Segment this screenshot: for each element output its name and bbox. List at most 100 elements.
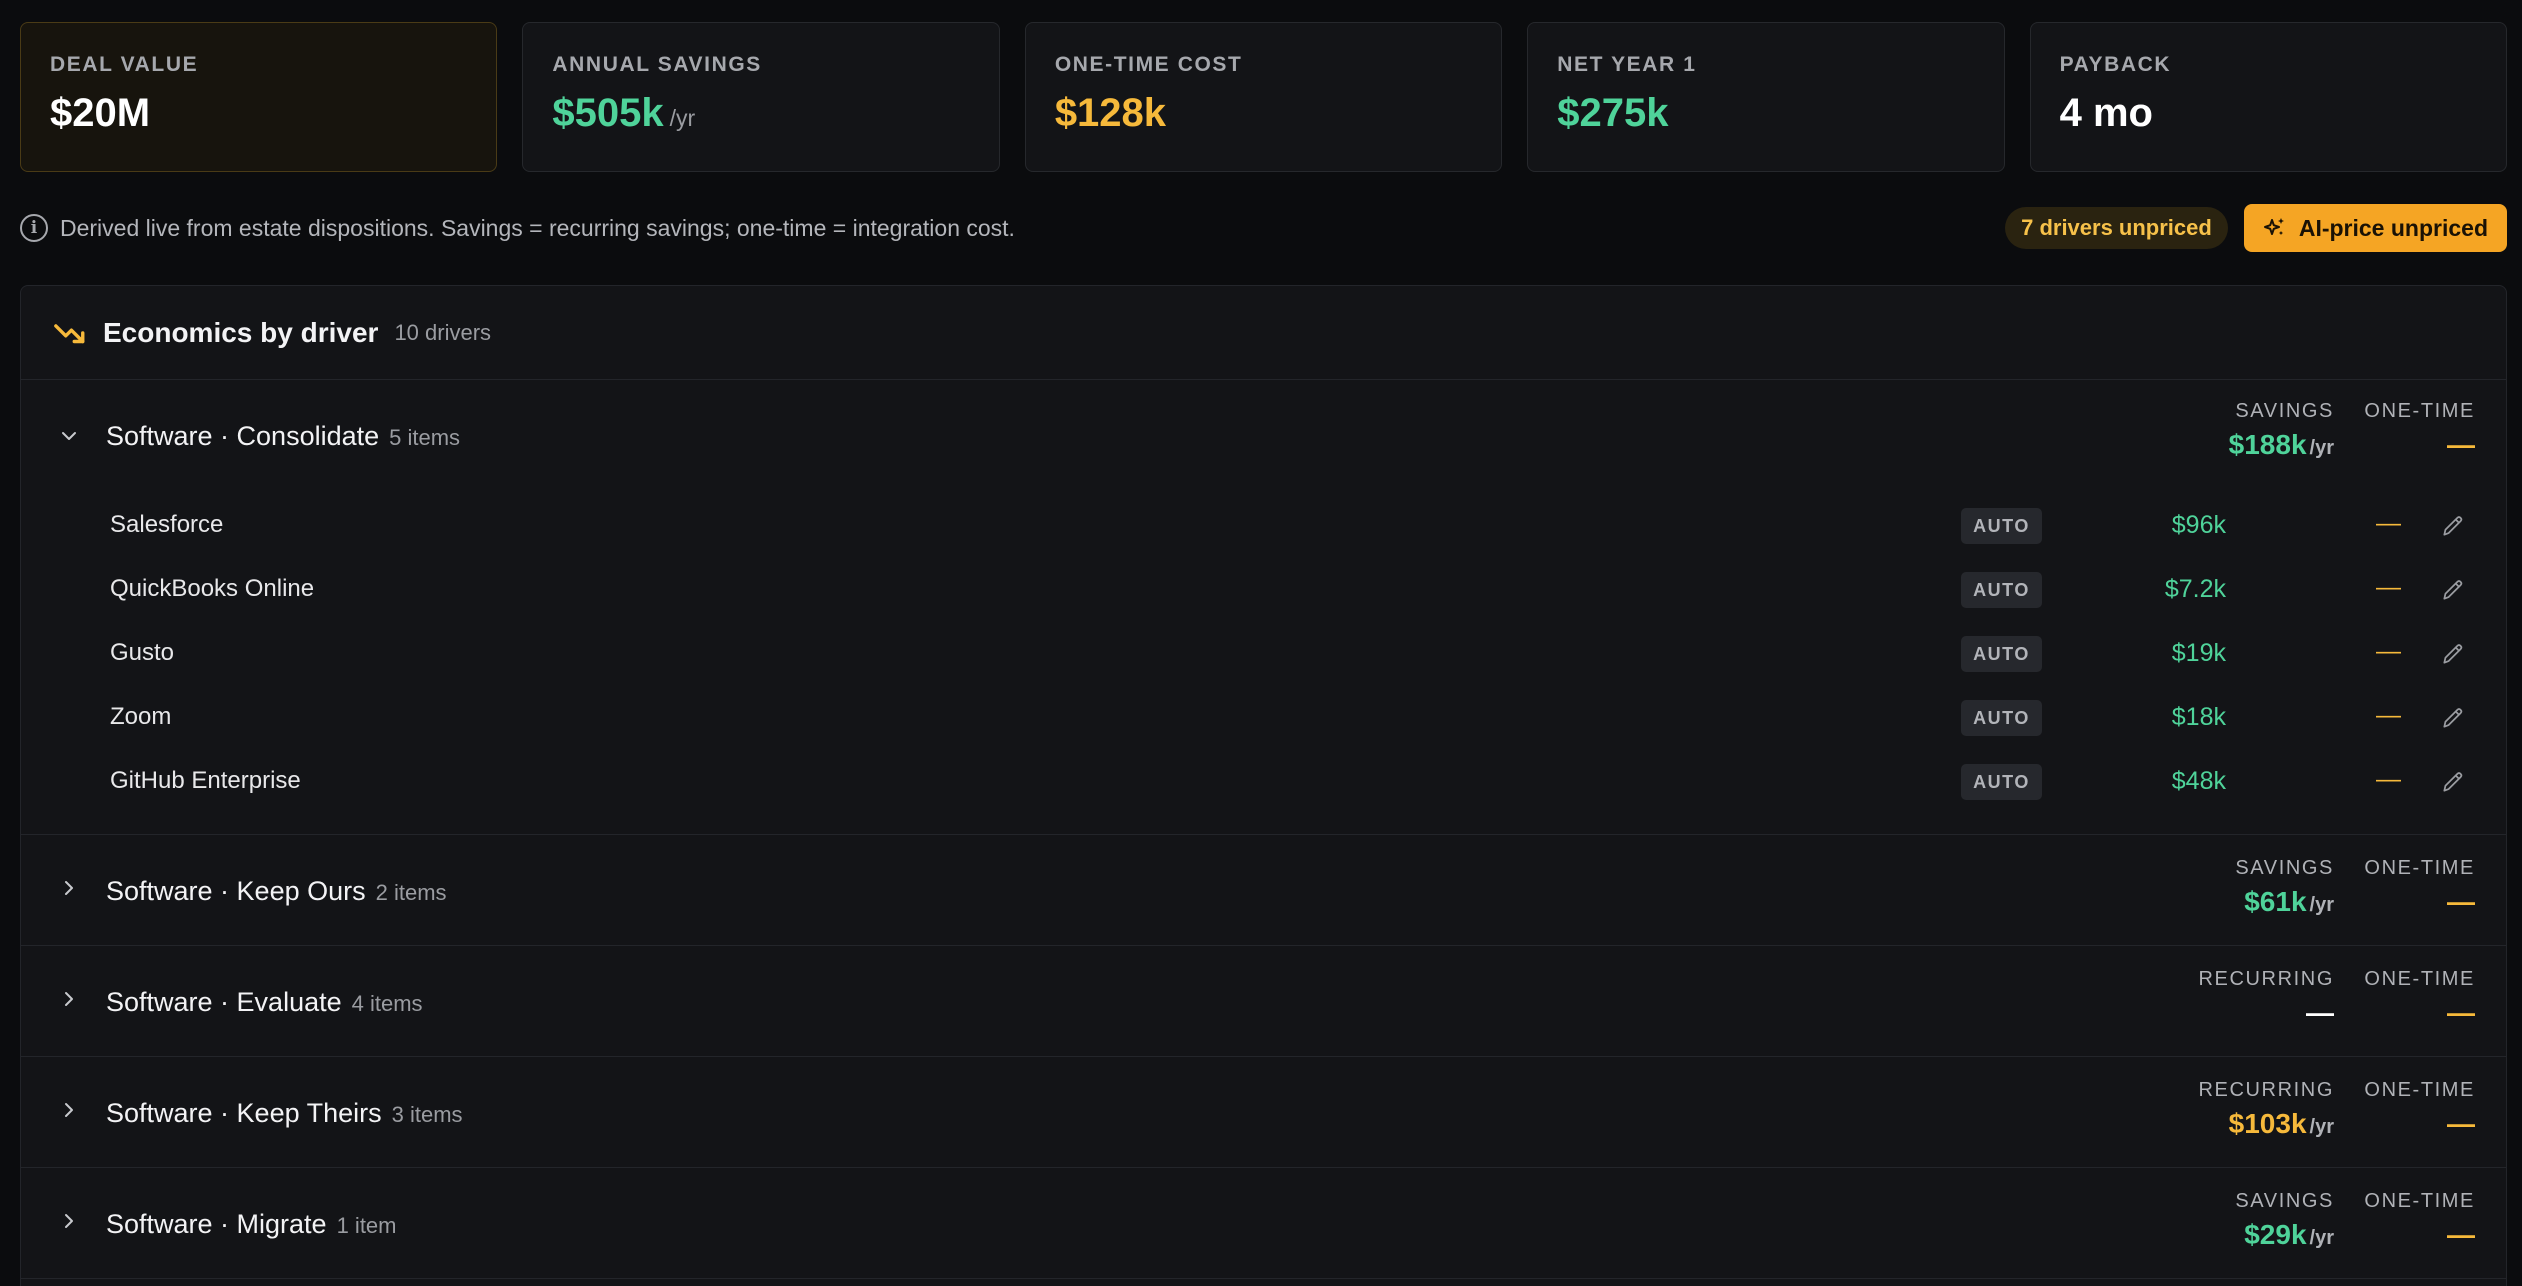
recurring-column: RECURRING $103k/yr xyxy=(2198,1079,2334,1140)
kpi-card-payback: PAYBACK 4 mo xyxy=(2029,22,2508,172)
kpi-unit: /yr xyxy=(669,105,696,131)
column-value: — xyxy=(2447,886,2475,917)
column-value: — xyxy=(2447,1219,2475,1250)
driver-row-name: QuickBooks Online xyxy=(110,575,315,602)
driver-group-keep-theirs[interactable]: Software · Keep Theirs 3 items RECURRING … xyxy=(21,1057,2506,1168)
driver-row-savings: $96k xyxy=(2171,511,2226,539)
unpriced-badge: 7 drivers unpriced xyxy=(2005,207,2228,249)
column-value: $61k/yr xyxy=(2244,886,2334,917)
info-bar: i Derived live from estate dispositions.… xyxy=(20,204,2507,252)
driver-row-name: Zoom xyxy=(110,703,172,730)
auto-badge: AUTO xyxy=(1961,572,2042,608)
auto-badge: AUTO xyxy=(1961,636,2042,672)
driver-group-consolidate: Software · Consolidate 5 items SAVINGS $1… xyxy=(21,380,2506,835)
driver-group-keep-ours[interactable]: Software · Keep Ours 2 items SAVINGS $61k… xyxy=(21,835,2506,946)
driver-row: GitHub Enterprise AUTO $48k — xyxy=(21,751,2506,815)
kpi-value: $505k/yr xyxy=(552,91,696,135)
driver-group-items: 2 items xyxy=(375,880,447,905)
column-value: $103k/yr xyxy=(2228,1108,2334,1139)
driver-row-one-time: — xyxy=(2376,509,2401,537)
driver-row-one-time: — xyxy=(2376,701,2401,729)
driver-group-items: 5 items xyxy=(389,425,461,450)
column-value: — xyxy=(2447,1108,2475,1139)
driver-group-name: Software · Keep Theirs 3 items xyxy=(106,1098,463,1128)
kpi-card-annual-savings: ANNUAL SAVINGS $505k/yr xyxy=(522,22,1000,172)
one-time-column: ONE-TIME — xyxy=(2364,857,2475,918)
trending-down-icon xyxy=(54,323,85,343)
driver-row-one-time: — xyxy=(2376,637,2401,665)
kpi-card-one-time-cost: ONE-TIME COST $128k xyxy=(1024,22,1503,172)
chevron-down-icon[interactable] xyxy=(59,426,79,446)
driver-row-one-time: — xyxy=(2376,573,2401,601)
pencil-icon[interactable] xyxy=(2440,577,2466,603)
column-value: — xyxy=(2306,997,2334,1028)
panel-header: Economics by driver 10 drivers xyxy=(21,286,2506,380)
ai-price-button-label: AI-price unpriced xyxy=(2298,214,2488,241)
savings-column: SAVINGS $29k/yr xyxy=(2235,1190,2334,1251)
chevron-right-icon[interactable] xyxy=(59,989,79,1009)
column-value: — xyxy=(2447,429,2475,460)
column-value: $29k/yr xyxy=(2244,1219,2334,1250)
driver-row: Gusto AUTO $19k — xyxy=(21,623,2506,687)
driver-row-name: Salesforce xyxy=(110,511,224,538)
chevron-right-icon[interactable] xyxy=(59,878,79,898)
kpi-label: PAYBACK xyxy=(2059,53,2172,76)
driver-group-items: 1 item xyxy=(336,1213,397,1238)
ai-price-button[interactable]: AI-price unpriced xyxy=(2243,204,2507,252)
driver-group-name: Software · Evaluate 4 items xyxy=(106,987,423,1017)
auto-badge: AUTO xyxy=(1961,764,2042,800)
column-label: ONE-TIME xyxy=(2364,400,2475,422)
driver-group-name: Software · Keep Ours 2 items xyxy=(106,876,447,906)
panel-count: 10 drivers xyxy=(394,319,492,345)
kpi-value: $275k xyxy=(1557,91,1669,135)
driver-row: QuickBooks Online AUTO $7.2k — xyxy=(21,559,2506,623)
chevron-right-icon[interactable] xyxy=(59,1211,79,1231)
one-time-column: ONE-TIME — xyxy=(2364,1190,2475,1251)
auto-badge: AUTO xyxy=(1961,508,2042,544)
driver-row: Zoom AUTO $18k — xyxy=(21,687,2506,751)
kpi-label: NET YEAR 1 xyxy=(1557,53,1697,76)
column-label: ONE-TIME xyxy=(2364,1190,2475,1212)
one-time-column: ONE-TIME — xyxy=(2364,400,2475,461)
savings-column: SAVINGS $61k/yr xyxy=(2235,857,2334,918)
driver-group-name: Software · Consolidate 5 items xyxy=(106,421,461,451)
pencil-icon[interactable] xyxy=(2440,513,2466,539)
driver-row-savings: $18k xyxy=(2171,703,2226,731)
sparkle-icon xyxy=(2263,218,2284,235)
driver-row: Salesforce AUTO $96k — xyxy=(21,495,2506,559)
pencil-icon[interactable] xyxy=(2440,769,2466,795)
column-label: SAVINGS xyxy=(2235,1190,2334,1212)
auto-badge: AUTO xyxy=(1961,700,2042,736)
kpi-card-deal-value: DEAL VALUE $20M xyxy=(20,22,498,172)
info-icon: i xyxy=(20,214,48,242)
kpi-strip: DEAL VALUE $20M ANNUAL SAVINGS $505k/yr … xyxy=(20,22,2508,172)
driver-row-savings: $48k xyxy=(2171,767,2226,795)
panel-title: Economics by driver xyxy=(103,316,379,348)
column-label: ONE-TIME xyxy=(2364,968,2475,990)
driver-group-items: 4 items xyxy=(351,991,423,1016)
one-time-column: ONE-TIME — xyxy=(2364,968,2475,1029)
driver-group-items: 3 items xyxy=(391,1102,463,1127)
chevron-right-icon[interactable] xyxy=(59,1100,79,1120)
kpi-card-net-year-1: NET YEAR 1 $275k xyxy=(1527,22,2005,172)
kpi-label: ONE-TIME COST xyxy=(1054,53,1243,76)
driver-group-migrate[interactable]: Software · Migrate 1 item SAVINGS $29k/yr… xyxy=(21,1168,2506,1279)
driver-row-name: Gusto xyxy=(110,639,175,666)
driver-row-one-time: — xyxy=(2376,765,2401,793)
one-time-column: ONE-TIME — xyxy=(2364,1079,2475,1140)
column-label: SAVINGS xyxy=(2235,857,2334,879)
pencil-icon[interactable] xyxy=(2440,705,2466,731)
column-value: $188k/yr xyxy=(2228,429,2334,460)
pencil-icon[interactable] xyxy=(2440,641,2466,667)
column-label: RECURRING xyxy=(2198,1079,2334,1101)
savings-column: SAVINGS $188k/yr xyxy=(2229,400,2334,461)
kpi-value: 4 mo xyxy=(2059,91,2153,135)
driver-group-header[interactable]: Software · Consolidate 5 items SAVINGS $1… xyxy=(21,380,2506,495)
driver-row-savings: $7.2k xyxy=(2164,575,2226,603)
kpi-label: ANNUAL SAVINGS xyxy=(552,53,762,76)
recurring-column: RECURRING — xyxy=(2198,968,2334,1029)
kpi-value: $20M xyxy=(50,91,151,135)
driver-group-evaluate[interactable]: Software · Evaluate 4 items RECURRING — O… xyxy=(21,946,2506,1057)
column-value: — xyxy=(2447,997,2475,1028)
driver-group-name: Software · Migrate 1 item xyxy=(106,1209,397,1239)
